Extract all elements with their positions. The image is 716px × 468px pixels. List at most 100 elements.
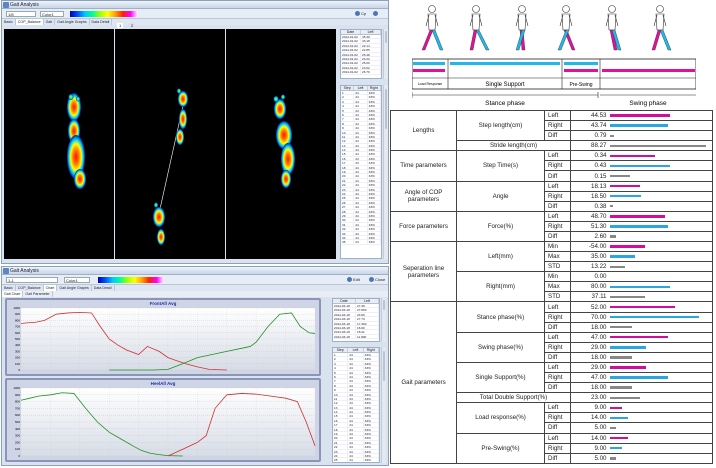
table-cell: 24 <box>354 99 368 104</box>
tab-cop-balance[interactable]: COP_Balance <box>15 19 44 25</box>
table-cell: 24 <box>348 414 364 418</box>
table-cell: 23 <box>333 449 349 453</box>
table-cell: 33% <box>368 152 381 156</box>
table-cell: 7 <box>333 379 349 383</box>
table-cell: 33% <box>368 161 381 165</box>
param-value: 88.27 <box>570 140 609 152</box>
table-cell: 4 <box>341 104 355 108</box>
param-side: Max <box>544 251 571 263</box>
table-cell: 24 <box>348 432 364 436</box>
inner-tab-2[interactable]: 2 <box>129 23 136 28</box>
param-bar-cell <box>608 422 713 434</box>
table-cell: 21 <box>333 440 349 445</box>
bottom-color-combo[interactable]: Color1 <box>64 277 90 283</box>
col-left: Left <box>348 348 364 352</box>
bottom-close-button[interactable]: Close <box>368 276 386 284</box>
bottom-step-table[interactable]: Step Left Right 1 24 33% 2 24 33% 3 24 33% 4 24 33% 5 2… <box>332 347 380 463</box>
table-cell: 32 <box>341 227 355 231</box>
top-date-scrollbar[interactable] <box>383 29 388 79</box>
table-cell: 24 <box>348 410 364 414</box>
table-cell: 24 <box>354 156 368 161</box>
param-category: Angle of COP parameters <box>390 180 457 212</box>
table-cell: 24 <box>354 200 368 205</box>
tab-data-detail[interactable]: Data Detail <box>90 19 113 25</box>
tab-gait-chart[interactable]: Gait Chart <box>2 291 24 297</box>
inner-tab-1[interactable]: 1 <box>117 23 124 28</box>
table-cell: 18 <box>341 165 355 170</box>
front-chart-svg: 0 100 200 300 400 500 600 700 800 900 1000 <box>13 306 316 372</box>
top-step-scrollbar[interactable] <box>383 85 388 259</box>
param-side: Left <box>544 180 571 192</box>
tab-basic[interactable]: Basic <box>2 19 16 25</box>
tab-gait-parameter[interactable]: Gait Parameter <box>23 291 53 297</box>
left-bar-load <box>413 62 445 65</box>
gait-parameters-table: Lengths Step length(cm) Left 44.53 Right 43.7… <box>390 109 713 465</box>
param-bar-cell <box>608 341 713 353</box>
bottom-id-input[interactable]: 1-1 <box>6 277 58 283</box>
top-close-button[interactable]: Close <box>372 10 388 24</box>
param-value: 43.74 <box>570 120 609 132</box>
top-date-table[interactable]: Date Left 2014-01-02 45.30 2014-01-02 43.18 2… <box>340 29 382 79</box>
param-bar-cell <box>608 130 713 142</box>
y-tick-label: 200 <box>15 356 20 360</box>
single-support-bar <box>450 62 560 65</box>
table-cell: 8 <box>341 121 355 126</box>
table-cell: 24 <box>348 374 364 379</box>
param-value: 44.53 <box>570 109 609 122</box>
y-tick-label: 500 <box>15 420 20 424</box>
param-bar <box>609 245 646 248</box>
bottom-date-scrollbar[interactable] <box>381 298 386 342</box>
table-row[interactable]: 2014-01-02 26.70 <box>341 70 381 75</box>
table-cell: 33% <box>368 196 381 200</box>
table-cell: 24 <box>354 117 368 121</box>
param-bar <box>609 205 613 208</box>
table-row[interactable]: 2014-03-18 11.800 <box>333 334 379 340</box>
tab-gait-angle[interactable]: Gait Angle Graphs <box>55 19 90 25</box>
table-cell: 25 <box>333 458 349 462</box>
param-row: Time parameters Step Time(s) Left 0.34 <box>390 150 713 182</box>
param-row: Force parameters Force(%) Left 48.70 <box>390 210 713 243</box>
top-id-input[interactable]: 1/8 <box>6 11 36 17</box>
table-cell: 24 <box>354 235 368 240</box>
table-cell: 33% <box>368 205 381 209</box>
table-cell: 10 <box>341 130 355 134</box>
top-cp-button[interactable]: Cp <box>354 10 367 18</box>
table-cell: 33% <box>364 423 379 427</box>
table-cell: 24 <box>354 174 368 178</box>
y-tick-label: 300 <box>15 349 20 353</box>
table-cell: 2014-03-18 <box>333 321 356 325</box>
param-side: Min <box>544 241 571 253</box>
bottom-step-scrollbar[interactable] <box>381 347 386 463</box>
top-step-table[interactable]: Step Left Right 1 24 33% 2 24 33% 3 24 33% 4 24 33% 5 2… <box>340 85 382 259</box>
table-cell: 23.62 <box>361 65 381 70</box>
param-bar <box>609 426 616 430</box>
table-cell: 33% <box>368 156 381 161</box>
table-cell: 24 <box>354 165 368 170</box>
table-row[interactable]: 35 24 33% <box>341 240 381 245</box>
param-side: Left <box>544 432 571 444</box>
foot-pressure-pane-right <box>226 29 336 259</box>
table-cell: 24 <box>348 353 364 357</box>
param-bar <box>609 265 625 268</box>
y-tick-label: 200 <box>15 440 20 444</box>
table-cell: 33% <box>368 209 381 213</box>
y-tick-label: 800 <box>15 318 20 322</box>
tab-gait[interactable]: Gait <box>44 19 56 25</box>
bottom-date-table[interactable]: Date Left 2014-03-18 27.38 2014-03-18 27.860… <box>332 298 380 342</box>
table-cell: 26 <box>341 200 355 205</box>
param-bar <box>609 386 632 389</box>
param-bar <box>609 446 622 450</box>
table-cell: 22.85 <box>361 48 381 52</box>
table-cell: 2014-03-18 <box>333 312 356 317</box>
col-left: Left <box>361 30 381 34</box>
edit-icon <box>347 277 352 283</box>
top-color-combo[interactable]: Color1 <box>40 11 64 17</box>
param-value: 0.79 <box>570 130 609 142</box>
table-cell: 24 <box>348 388 364 392</box>
param-value: 47.00 <box>570 331 609 343</box>
table-cell: 33% <box>364 453 379 458</box>
table-cell: 2014-03-18 <box>333 325 356 330</box>
bottom-edit-button[interactable]: Edit <box>346 276 361 284</box>
table-cell: 24 <box>354 143 368 148</box>
y-tick-label: 1000 <box>13 306 20 310</box>
